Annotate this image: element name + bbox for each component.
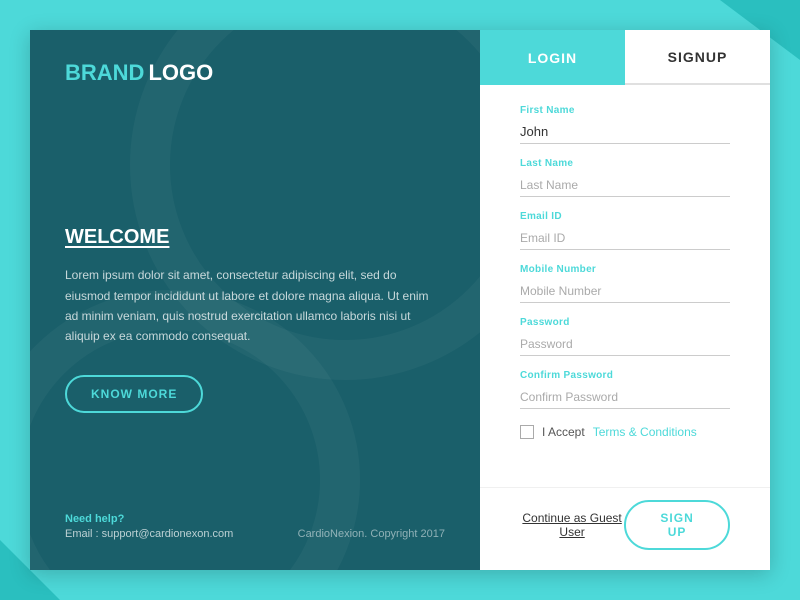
know-more-button[interactable]: KNOW MORE [65,375,203,413]
password-input[interactable] [520,332,730,356]
form-footer: Continue as Guest User SIGN UP [480,487,770,570]
signup-form: First Name Last Name Email ID Mobile Num… [480,85,770,487]
email-group: Email ID [520,211,730,250]
password-group: Password [520,317,730,356]
password-label: Password [520,317,730,328]
welcome-text: Lorem ipsum dolor sit amet, consectetur … [65,265,445,347]
copyright-text: CardioNexion. Copyright 2017 [298,528,445,540]
terms-row: I Accept Terms & Conditions [520,425,730,439]
confirm-password-input[interactable] [520,385,730,409]
last-name-input[interactable] [520,173,730,197]
email-label: Email ID [520,211,730,222]
email-input[interactable] [520,226,730,250]
confirm-password-group: Confirm Password [520,370,730,409]
tab-login[interactable]: LOGIN [480,30,625,85]
last-name-group: Last Name [520,158,730,197]
left-footer: Need help? Email : support@cardionexon.c… [65,513,445,540]
welcome-section: WELCOME Lorem ipsum dolor sit amet, cons… [65,86,445,513]
terms-checkbox[interactable] [520,425,534,439]
terms-text: I Accept [542,425,585,439]
brand-word: BRAND [65,60,144,86]
confirm-password-label: Confirm Password [520,370,730,381]
logo-word: LOGO [148,60,213,86]
mobile-input[interactable] [520,279,730,303]
first-name-group: First Name [520,105,730,144]
first-name-label: First Name [520,105,730,116]
main-container: BRAND LOGO WELCOME Lorem ipsum dolor sit… [30,30,770,570]
need-help-label: Need help? [65,513,445,525]
left-panel: BRAND LOGO WELCOME Lorem ipsum dolor sit… [30,30,480,570]
first-name-input[interactable] [520,120,730,144]
right-panel: LOGIN SIGNUP First Name Last Name Email … [480,30,770,570]
tabs-header: LOGIN SIGNUP [480,30,770,85]
welcome-title: WELCOME [65,226,445,249]
guest-user-button[interactable]: Continue as Guest User [520,511,624,539]
last-name-label: Last Name [520,158,730,169]
brand-logo: BRAND LOGO [65,60,445,86]
mobile-label: Mobile Number [520,264,730,275]
tab-signup[interactable]: SIGNUP [625,30,770,85]
signup-button[interactable]: SIGN UP [624,500,730,550]
terms-link[interactable]: Terms & Conditions [593,425,697,439]
mobile-group: Mobile Number [520,264,730,303]
